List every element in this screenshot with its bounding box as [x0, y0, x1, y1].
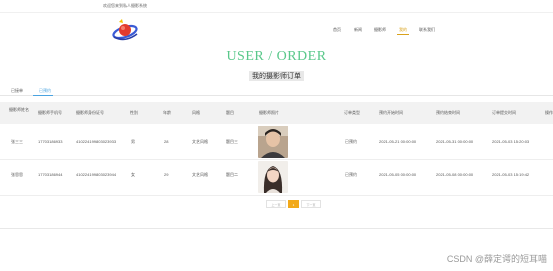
photographer-photo — [258, 126, 288, 158]
table-row: 张思思 17703186944 410224199803023944 女 29 … — [0, 160, 553, 196]
cell-name: 张三三 — [11, 139, 23, 144]
photographer-photo — [258, 161, 288, 193]
cell-submit-time: 2021-05-03 15:19:42 — [492, 172, 530, 177]
top-bar: 欢迎您来到私人摄影系统 — [0, 0, 553, 13]
cell-style: 文艺风格 — [192, 139, 208, 144]
nav-contact[interactable]: 联系我们 — [419, 27, 435, 33]
col-submit-time: 订单提交时间 — [492, 110, 516, 115]
tab-divider — [0, 95, 553, 96]
nav-home[interactable]: 首页 — [333, 27, 341, 33]
cell-age: 29 — [164, 172, 169, 177]
cell-submit-time: 2021-05-03 15:20:03 — [492, 139, 530, 144]
cell-style: 文艺风格 — [192, 172, 208, 177]
cell-gender: 女 — [131, 172, 135, 177]
next-page-button[interactable]: 下一页 — [301, 200, 321, 208]
col-end-time: 预约结束时间 — [436, 110, 460, 115]
cell-phone: 17703186933 — [38, 139, 63, 144]
cell-subject: 题目三 — [226, 139, 238, 144]
cell-age: 28 — [164, 139, 169, 144]
col-gender: 性别 — [130, 110, 138, 115]
col-photo: 摄影师照片 — [259, 110, 279, 115]
col-actions: 操作 — [545, 110, 553, 115]
cell-phone: 17703186944 — [38, 172, 63, 177]
cell-subject: 题目二 — [226, 172, 238, 177]
cell-order-type: 已预约 — [345, 172, 357, 177]
col-id-card: 摄影师身份证号 — [76, 110, 104, 115]
cell-end-time: 2021-05-31 00:00:00 — [436, 139, 474, 144]
col-name: 摄影师姓名 — [9, 107, 29, 112]
col-start-time: 预约开始时间 — [379, 110, 403, 115]
page-title: 我的摄影师订单 — [249, 71, 304, 81]
nav-active-indicator — [397, 34, 409, 35]
col-age: 年龄 — [163, 110, 171, 115]
tab-active-indicator — [33, 95, 53, 96]
prev-page-button[interactable]: 上一页 — [266, 200, 286, 208]
col-subject: 题目 — [226, 110, 234, 115]
col-phone: 摄影师手机号 — [38, 110, 62, 115]
table-header: 摄影师姓名 摄影师手机号 摄影师身份证号 性别 年龄 风格 题目 摄影师照片 订… — [0, 102, 553, 124]
tab-booked[interactable]: 已预约 — [39, 88, 51, 94]
cell-start-time: 2021-05-05 00:00:00 — [379, 172, 417, 177]
watermark-text: CSDN @薛定谔的短耳喵 — [446, 254, 547, 264]
nav-photographer[interactable]: 摄影师 — [374, 27, 386, 33]
cell-start-time: 2021-05-21 00:00:00 — [379, 139, 417, 144]
nav-mine[interactable]: 我的 — [399, 27, 407, 33]
cell-order-type: 已预约 — [345, 139, 357, 144]
footer-divider — [0, 228, 553, 229]
col-style: 风格 — [192, 110, 200, 115]
col-order-type: 订单类型 — [344, 110, 360, 115]
page-title-english: USER / ORDER — [226, 49, 327, 64]
cell-id-card: 410224199803023944 — [76, 172, 117, 177]
main-nav: 首页 新闻 摄影师 我的 联系我们 — [0, 27, 553, 37]
nav-news[interactable]: 新闻 — [354, 27, 362, 33]
tab-accepted[interactable]: 已接单 — [11, 88, 23, 94]
cell-gender: 男 — [131, 139, 135, 144]
cell-id-card: 410224199803023933 — [76, 139, 117, 144]
cell-name: 张思思 — [11, 172, 23, 177]
cell-end-time: 2021-05-08 00:00:00 — [436, 172, 474, 177]
welcome-text: 欢迎您来到私人摄影系统 — [103, 3, 147, 8]
table-row: 张三三 17703186933 410224199803023933 男 28 … — [0, 124, 553, 160]
page-1-button[interactable]: 1 — [288, 200, 299, 208]
